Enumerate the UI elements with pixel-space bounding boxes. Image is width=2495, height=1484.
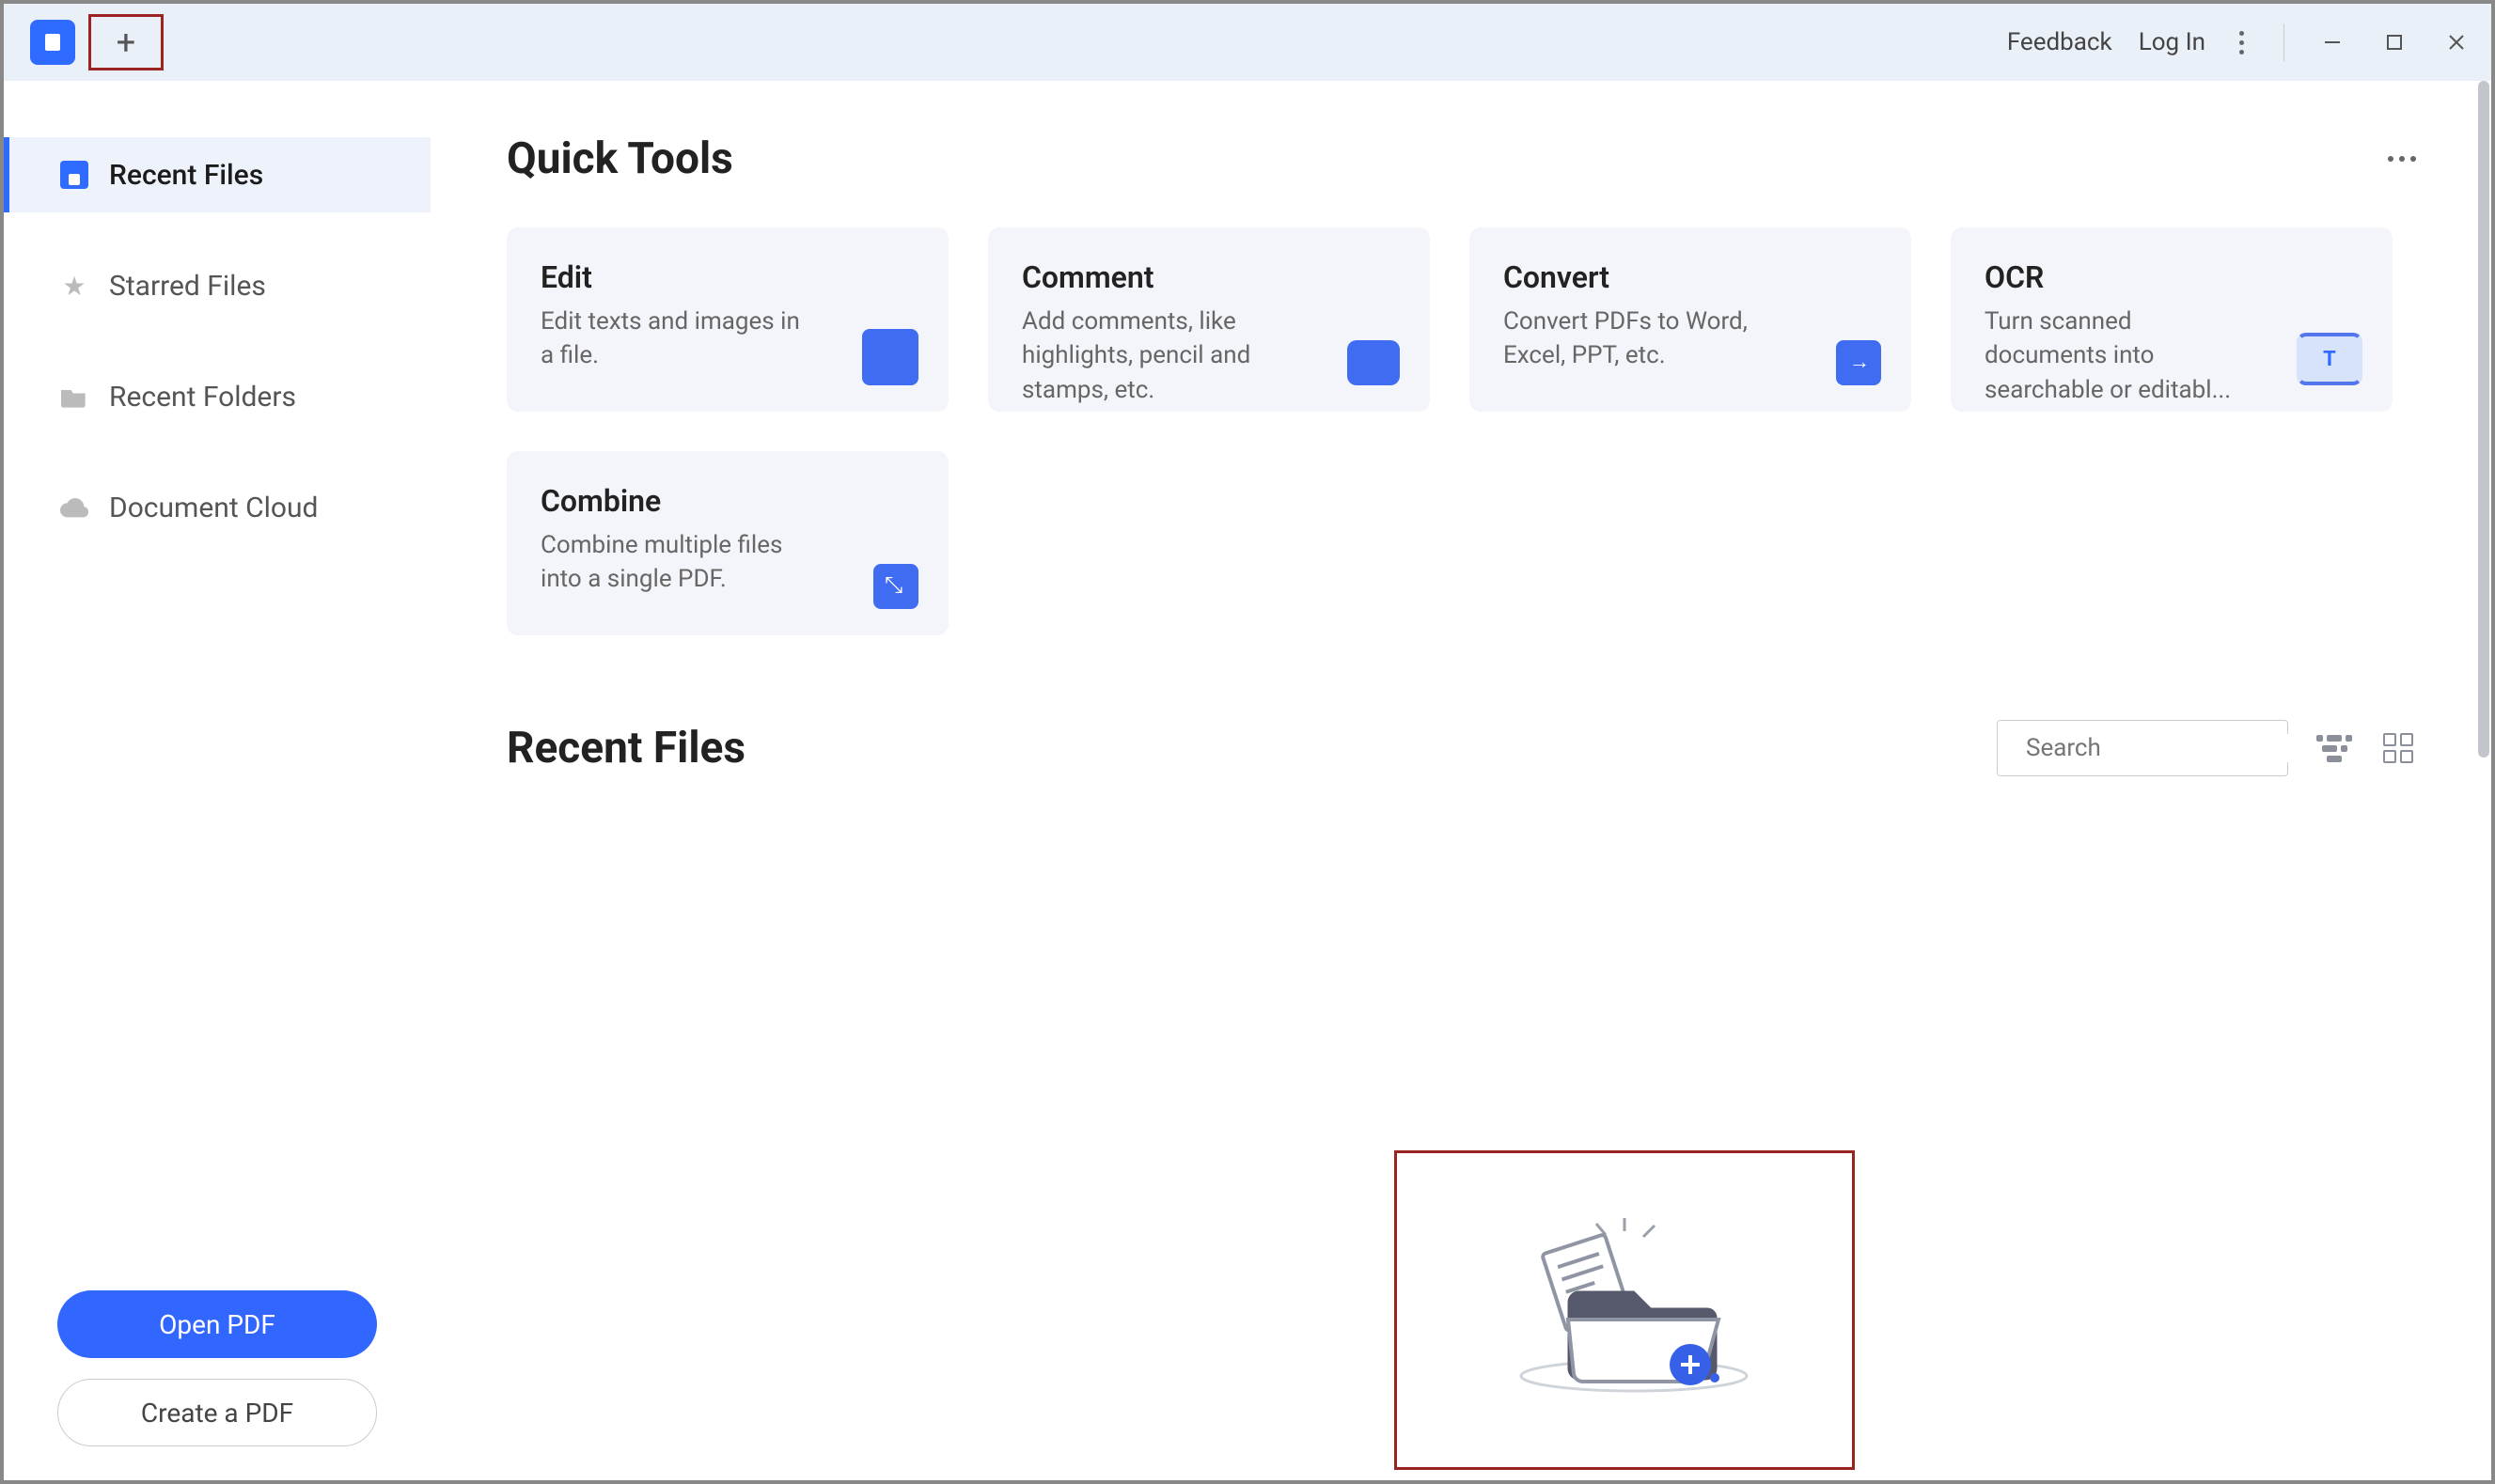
scrollbar-thumb[interactable] bbox=[2478, 81, 2489, 758]
empty-folder-illustration bbox=[1493, 1216, 1756, 1404]
search-input[interactable] bbox=[2026, 734, 2340, 762]
sidebar-item-starred-files[interactable]: ★ Starred Files bbox=[4, 248, 431, 323]
sidebar-item-label: Document Cloud bbox=[109, 492, 318, 524]
vertical-scrollbar[interactable] bbox=[2476, 81, 2491, 1480]
ocr-icon: T bbox=[2297, 333, 2362, 385]
titlebar: + Feedback Log In bbox=[4, 4, 2491, 81]
tool-title: Comment bbox=[1022, 259, 1396, 295]
quick-tools-title: Quick Tools bbox=[507, 133, 733, 184]
login-link[interactable]: Log In bbox=[2139, 28, 2205, 56]
separator bbox=[2283, 23, 2284, 61]
tool-title: Edit bbox=[541, 259, 915, 295]
tool-desc: Convert PDFs to Word, Excel, PPT, etc. bbox=[1503, 305, 1766, 373]
tool-card-edit[interactable]: Edit Edit texts and images in a file. bbox=[507, 227, 949, 412]
sidebar-item-recent-folders[interactable]: Recent Folders bbox=[4, 359, 431, 434]
tool-title: Combine bbox=[541, 483, 915, 519]
tool-desc: Turn scanned documents into searchable o… bbox=[1985, 305, 2248, 407]
file-icon bbox=[60, 161, 88, 189]
tool-desc: Add comments, like highlights, pencil an… bbox=[1022, 305, 1285, 407]
sidebar-item-document-cloud[interactable]: Document Cloud bbox=[4, 470, 431, 545]
create-pdf-button[interactable]: Create a PDF bbox=[57, 1379, 377, 1446]
empty-state-dropzone[interactable] bbox=[1394, 1150, 1855, 1470]
app-logo-icon[interactable] bbox=[30, 20, 75, 65]
quick-tools-more-icon[interactable] bbox=[2388, 156, 2416, 162]
sidebar: Recent Files ★ Starred Files Recent Fold… bbox=[4, 81, 431, 1480]
open-pdf-button[interactable]: Open PDF bbox=[57, 1290, 377, 1358]
maximize-button[interactable] bbox=[2378, 26, 2410, 58]
combine-icon bbox=[873, 564, 918, 609]
tool-card-combine[interactable]: Combine Combine multiple files into a si… bbox=[507, 451, 949, 635]
content: Quick Tools Edit Edit texts and images i… bbox=[431, 81, 2491, 1480]
tool-title: Convert bbox=[1503, 259, 1877, 295]
new-tab-button[interactable]: + bbox=[88, 14, 164, 70]
more-menu-icon[interactable] bbox=[2232, 31, 2252, 55]
search-input-wrapper[interactable] bbox=[1997, 720, 2288, 776]
close-button[interactable] bbox=[2440, 26, 2472, 58]
tool-card-ocr[interactable]: OCR Turn scanned documents into searchab… bbox=[1951, 227, 2393, 412]
sidebar-item-recent-files[interactable]: Recent Files bbox=[4, 137, 431, 212]
folder-icon bbox=[60, 383, 88, 411]
feedback-link[interactable]: Feedback bbox=[2007, 28, 2112, 56]
recent-files-title: Recent Files bbox=[507, 723, 745, 773]
sidebar-item-label: Starred Files bbox=[109, 270, 266, 303]
tool-card-convert[interactable]: Convert Convert PDFs to Word, Excel, PPT… bbox=[1469, 227, 1911, 412]
cloud-icon bbox=[60, 493, 88, 522]
view-list-button[interactable] bbox=[2316, 730, 2352, 766]
tool-desc: Edit texts and images in a file. bbox=[541, 305, 804, 373]
plus-icon: + bbox=[117, 23, 135, 62]
star-icon: ★ bbox=[60, 272, 88, 300]
tool-desc: Combine multiple files into a single PDF… bbox=[541, 528, 804, 597]
sidebar-item-label: Recent Files bbox=[109, 159, 263, 192]
comment-icon bbox=[1347, 340, 1400, 385]
view-grid-button[interactable] bbox=[2380, 730, 2416, 766]
edit-icon bbox=[862, 329, 918, 385]
sidebar-item-label: Recent Folders bbox=[109, 381, 296, 414]
tool-card-comment[interactable]: Comment Add comments, like highlights, p… bbox=[988, 227, 1430, 412]
tool-title: OCR bbox=[1985, 259, 2359, 295]
minimize-button[interactable] bbox=[2316, 26, 2348, 58]
convert-icon bbox=[1836, 340, 1881, 385]
